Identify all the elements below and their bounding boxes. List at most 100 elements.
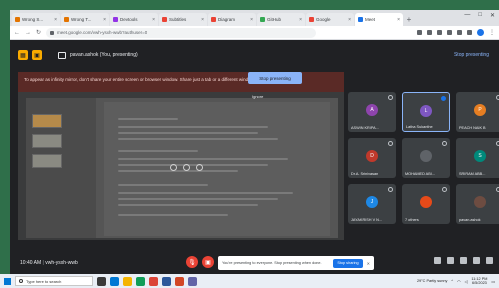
tab-close-icon[interactable]: × bbox=[299, 17, 302, 23]
browser-tab[interactable]: Wrong T... × bbox=[61, 13, 109, 26]
participant-tile[interactable]: P PEACH NAIK B bbox=[456, 92, 499, 132]
stop-presenting-link[interactable]: Stop presenting bbox=[454, 52, 489, 58]
browser-tab[interactable]: GitHub × bbox=[257, 13, 305, 26]
side-controls bbox=[434, 257, 493, 264]
avatar: A bbox=[366, 104, 378, 116]
participant-name: PEACH NAIK B bbox=[459, 126, 486, 130]
extension-icon[interactable] bbox=[467, 30, 472, 35]
pointer-icon[interactable] bbox=[170, 164, 177, 171]
stop-presenting-button[interactable]: Stop presenting bbox=[248, 72, 302, 84]
ignore-button[interactable]: Ignore bbox=[252, 94, 263, 99]
participant-tile[interactable]: pavan.ashok bbox=[456, 184, 499, 224]
document-page bbox=[104, 102, 330, 236]
system-tray: 29°C Partly sunny ^ ◠ ◁ 11:12 PM 6/5/202… bbox=[417, 277, 499, 286]
mic-off-button[interactable]: 🎙 bbox=[186, 256, 198, 268]
toast-close-icon[interactable]: ✕ bbox=[367, 261, 370, 266]
layout-icon[interactable]: ▦ bbox=[18, 50, 28, 60]
tab-close-icon[interactable]: × bbox=[397, 17, 400, 23]
url-text: meet.google.com/vwh-ysxh-wwb?authuser=0 bbox=[57, 30, 148, 35]
profile-avatar[interactable] bbox=[477, 29, 484, 36]
separator: | bbox=[42, 260, 44, 266]
word-icon[interactable] bbox=[162, 276, 171, 286]
people-icon[interactable] bbox=[447, 257, 454, 264]
lock-icon[interactable] bbox=[486, 257, 493, 264]
text-line bbox=[118, 126, 268, 128]
volume-icon[interactable]: ◁ bbox=[465, 279, 468, 284]
tab-label: Meet bbox=[365, 17, 376, 22]
extensions-row: ⋮ bbox=[417, 29, 495, 36]
close-window-button[interactable]: ✕ bbox=[490, 12, 495, 19]
minimize-button[interactable]: — bbox=[464, 12, 470, 19]
activities-icon[interactable] bbox=[473, 257, 480, 264]
taskbar-search[interactable]: Type here to search bbox=[15, 276, 93, 286]
avatar bbox=[420, 150, 432, 162]
teams-icon[interactable] bbox=[188, 276, 197, 286]
store-icon[interactable] bbox=[136, 276, 145, 286]
avatar: L bbox=[420, 105, 432, 117]
browser-tab[interactable]: Devtools × bbox=[110, 13, 158, 26]
extension-icon[interactable] bbox=[457, 30, 462, 35]
slide-thumbnails bbox=[26, 98, 96, 238]
participant-tile[interactable]: 7 others bbox=[402, 184, 450, 224]
presenter-title: pavan.ashok (You, presenting) bbox=[70, 52, 138, 58]
participant-tile[interactable]: D Dr.A. Srinivasan bbox=[348, 138, 396, 178]
pen-icon[interactable] bbox=[183, 164, 190, 171]
tab-close-icon[interactable]: × bbox=[54, 17, 57, 23]
maximize-button[interactable]: □ bbox=[478, 12, 482, 19]
chrome-icon[interactable] bbox=[149, 276, 158, 286]
tab-close-icon[interactable]: × bbox=[348, 17, 351, 23]
browser-tab[interactable]: Wrong S... × bbox=[12, 13, 60, 26]
browser-tab[interactable]: Diagram × bbox=[208, 13, 256, 26]
browser-tab[interactable]: Google × bbox=[306, 13, 354, 26]
info-icon[interactable] bbox=[434, 257, 441, 264]
chevron-up-icon[interactable]: ^ bbox=[451, 279, 453, 283]
back-icon[interactable]: ← bbox=[14, 30, 20, 36]
tab-close-icon[interactable]: × bbox=[152, 17, 155, 23]
weather-text[interactable]: 29°C Partly sunny bbox=[417, 279, 447, 283]
pin-icon[interactable]: ▣ bbox=[32, 50, 42, 60]
edge-icon[interactable] bbox=[110, 276, 119, 286]
participant-tile[interactable]: S SRIRAM ABB... bbox=[456, 138, 499, 178]
meeting-code: vwh-ysxh-wwb bbox=[45, 260, 78, 266]
stop-sharing-button[interactable]: Stop sharing bbox=[333, 258, 363, 268]
url-field[interactable]: meet.google.com/vwh-ysxh-wwb?authuser=0 bbox=[46, 27, 317, 38]
participant-tile[interactable]: L Latha Sukanthe bbox=[402, 92, 450, 132]
extension-icon[interactable] bbox=[447, 30, 452, 35]
tab-close-icon[interactable]: × bbox=[103, 17, 106, 23]
bookmark-icon[interactable] bbox=[417, 30, 422, 35]
forward-icon[interactable]: → bbox=[25, 30, 31, 36]
task-view-icon[interactable] bbox=[97, 276, 106, 286]
clock-text: 10:40 AM bbox=[20, 260, 42, 266]
search-icon bbox=[19, 279, 23, 283]
windows-start-icon[interactable] bbox=[4, 277, 11, 285]
tab-label: Wrong S... bbox=[22, 17, 44, 22]
avatar bbox=[420, 196, 432, 208]
taskbar-clock[interactable]: 11:12 PM 6/5/2023 bbox=[471, 277, 487, 286]
new-tab-button[interactable]: + bbox=[404, 13, 414, 26]
menu-icon[interactable]: ⋮ bbox=[489, 29, 495, 36]
text-line bbox=[118, 192, 293, 194]
text-line bbox=[118, 204, 258, 206]
text-line bbox=[118, 214, 228, 216]
camera-off-button[interactable]: ▣ bbox=[202, 256, 214, 268]
lock-icon bbox=[50, 30, 55, 35]
wifi-icon[interactable]: ◠ bbox=[457, 279, 460, 284]
extension-icon[interactable] bbox=[427, 30, 432, 35]
file-explorer-icon[interactable] bbox=[123, 276, 132, 286]
participant-tile[interactable]: MOHAMED ABI... bbox=[402, 138, 450, 178]
reload-icon[interactable]: ↻ bbox=[36, 29, 41, 36]
tab-close-icon[interactable]: × bbox=[250, 17, 253, 23]
notifications-icon[interactable]: ▭ bbox=[491, 279, 495, 284]
participant-tile[interactable]: J JAYAKRISH V N... bbox=[348, 184, 396, 224]
tab-close-icon[interactable]: × bbox=[201, 17, 204, 23]
tab-label: Diagram bbox=[218, 17, 236, 22]
browser-tab[interactable]: Subtitles × bbox=[159, 13, 207, 26]
participant-tile[interactable]: A ASWIN KRIPA... bbox=[348, 92, 396, 132]
eraser-icon[interactable] bbox=[196, 164, 203, 171]
powerpoint-icon[interactable] bbox=[175, 276, 184, 286]
extension-icon[interactable] bbox=[437, 30, 442, 35]
mic-muted-icon bbox=[442, 141, 447, 146]
browser-tab[interactable]: Meet × bbox=[355, 13, 403, 26]
chat-icon[interactable] bbox=[460, 257, 467, 264]
browser-tab-strip: Wrong S... × Wrong T... × Devtools × Subtitles… bbox=[10, 10, 499, 26]
